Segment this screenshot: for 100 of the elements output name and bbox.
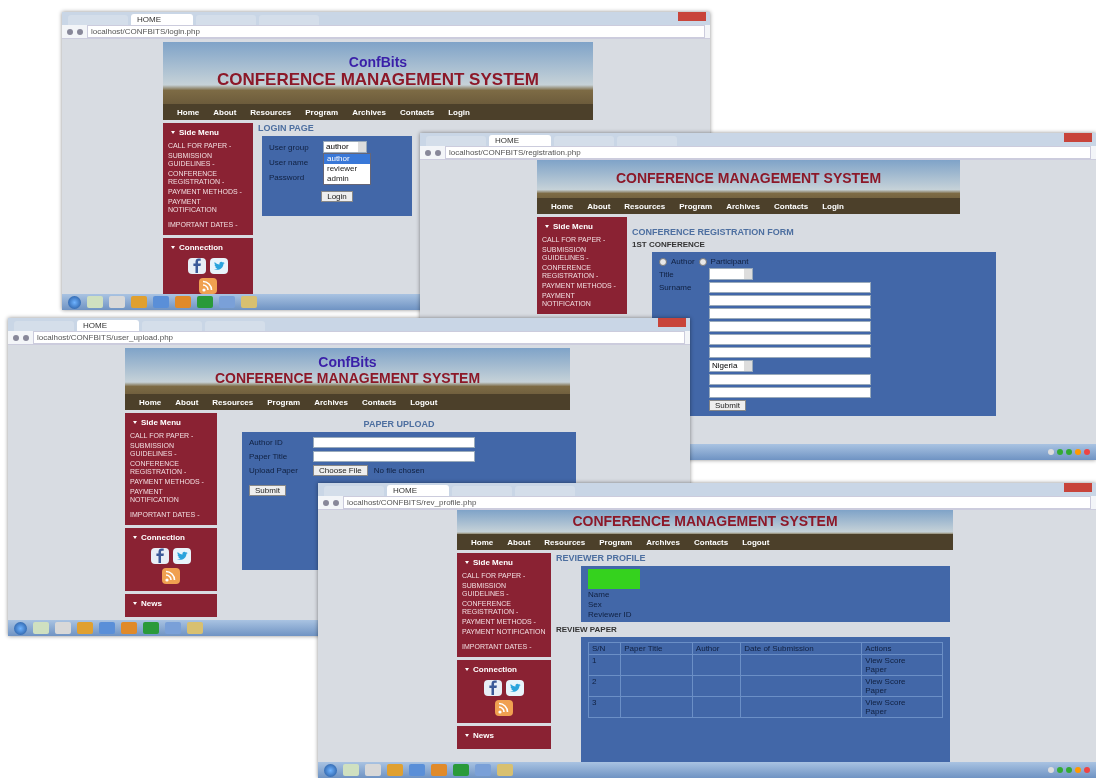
nav-link[interactable]: About <box>507 537 531 547</box>
input-field[interactable] <box>709 374 871 385</box>
nav-link[interactable]: About <box>213 107 237 117</box>
nav-link[interactable]: Resources <box>624 201 666 211</box>
back-icon[interactable] <box>323 499 329 506</box>
nav-link[interactable]: Home <box>471 537 494 547</box>
submit-button[interactable]: Submit <box>709 400 746 411</box>
app-icon[interactable] <box>431 764 447 776</box>
input-field[interactable] <box>709 282 871 293</box>
nav-link[interactable]: Login <box>448 107 470 117</box>
input-field[interactable] <box>709 387 871 398</box>
login-button[interactable]: Login <box>321 191 353 202</box>
input-field[interactable] <box>313 451 475 462</box>
address-bar[interactable]: localhost/CONFBITS/registration.php <box>445 146 1091 159</box>
app-icon[interactable] <box>365 764 381 776</box>
window-controls[interactable] <box>1064 483 1092 492</box>
input-field[interactable] <box>313 437 475 448</box>
nav-link[interactable]: Contacts <box>361 397 397 407</box>
app-icon[interactable] <box>241 296 257 308</box>
radio-button[interactable] <box>659 257 667 266</box>
app-icon[interactable] <box>165 622 181 634</box>
nav-link[interactable]: Logout <box>410 397 438 407</box>
app-icon[interactable] <box>219 296 235 308</box>
nav-link[interactable]: Program <box>599 537 633 547</box>
facebook-icon[interactable] <box>187 257 207 275</box>
nav-link[interactable]: Archives <box>352 107 386 117</box>
select-field[interactable] <box>709 268 753 280</box>
nav-link[interactable]: Login <box>822 201 844 211</box>
nav-link[interactable]: Home <box>177 107 200 117</box>
dropdown-list[interactable]: author reviewer admin <box>323 153 371 185</box>
facebook-icon[interactable] <box>150 547 170 565</box>
dropdown-option[interactable]: reviewer <box>324 164 370 174</box>
app-icon[interactable] <box>131 296 147 308</box>
app-icon[interactable] <box>343 764 359 776</box>
nav-link[interactable]: Program <box>305 107 339 117</box>
choose-file-button[interactable]: Choose File <box>313 465 368 476</box>
nav-link[interactable]: Contacts <box>399 107 435 117</box>
dropdown-option[interactable]: author <box>324 154 370 164</box>
back-icon[interactable] <box>425 149 431 156</box>
app-icon[interactable] <box>409 764 425 776</box>
browser-tab[interactable]: HOME <box>131 14 193 25</box>
rss-icon[interactable] <box>494 699 514 717</box>
app-icon[interactable] <box>497 764 513 776</box>
dropdown-option[interactable]: admin <box>324 174 370 184</box>
select-field[interactable]: author <box>323 141 367 153</box>
browser-tab[interactable] <box>515 486 575 496</box>
submit-button[interactable]: Submit <box>249 485 286 496</box>
nav-link[interactable]: Archives <box>646 537 680 547</box>
app-icon[interactable] <box>475 764 491 776</box>
browser-tab[interactable]: HOME <box>77 320 139 331</box>
input-field[interactable] <box>709 321 871 332</box>
nav-link[interactable]: Logout <box>742 537 770 547</box>
app-icon[interactable] <box>55 622 71 634</box>
app-icon[interactable] <box>87 296 103 308</box>
browser-tab[interactable] <box>617 136 677 146</box>
start-orb-icon[interactable] <box>14 621 27 635</box>
twitter-icon[interactable] <box>209 257 229 275</box>
app-icon[interactable] <box>187 622 203 634</box>
input-field[interactable] <box>709 347 871 358</box>
nav-link[interactable]: About <box>175 397 199 407</box>
app-icon[interactable] <box>121 622 137 634</box>
window-controls[interactable] <box>658 318 686 327</box>
browser-tab[interactable] <box>142 321 202 331</box>
app-icon[interactable] <box>175 296 191 308</box>
browser-tab[interactable] <box>452 486 512 496</box>
input-field[interactable] <box>709 308 871 319</box>
nav-link[interactable]: About <box>587 201 611 211</box>
browser-tab[interactable] <box>205 321 265 331</box>
nav-link[interactable]: Home <box>551 201 574 211</box>
app-icon[interactable] <box>99 622 115 634</box>
app-icon[interactable] <box>453 764 469 776</box>
window-controls[interactable] <box>678 12 706 21</box>
nav-link[interactable]: Archives <box>726 201 760 211</box>
nav-link[interactable]: Home <box>139 397 162 407</box>
address-bar[interactable]: localhost/CONFBITS/rev_profile.php <box>343 496 1091 509</box>
browser-tab[interactable] <box>196 15 256 25</box>
browser-tab[interactable]: HOME <box>387 485 449 496</box>
app-icon[interactable] <box>77 622 93 634</box>
nav-link[interactable]: Resources <box>544 537 586 547</box>
reload-icon[interactable] <box>77 28 83 35</box>
window-controls[interactable] <box>1064 133 1092 142</box>
reload-icon[interactable] <box>435 149 441 156</box>
app-icon[interactable] <box>143 622 159 634</box>
twitter-icon[interactable] <box>172 547 192 565</box>
nav-link[interactable]: Resources <box>250 107 292 117</box>
reload-icon[interactable] <box>23 334 29 341</box>
start-orb-icon[interactable] <box>68 295 81 309</box>
nav-link[interactable]: Archives <box>314 397 348 407</box>
select-field[interactable]: Nigeria <box>709 360 753 372</box>
app-icon[interactable] <box>33 622 49 634</box>
browser-tab[interactable] <box>259 15 319 25</box>
back-icon[interactable] <box>67 28 73 35</box>
rss-icon[interactable] <box>161 567 181 585</box>
facebook-icon[interactable] <box>483 679 503 697</box>
browser-tab[interactable] <box>554 136 614 146</box>
nav-link[interactable]: Program <box>267 397 301 407</box>
back-icon[interactable] <box>13 334 19 341</box>
address-bar[interactable]: localhost/CONFBITS/user_upload.php <box>33 331 685 344</box>
nav-link[interactable]: Resources <box>212 397 254 407</box>
nav-link[interactable]: Contacts <box>693 537 729 547</box>
